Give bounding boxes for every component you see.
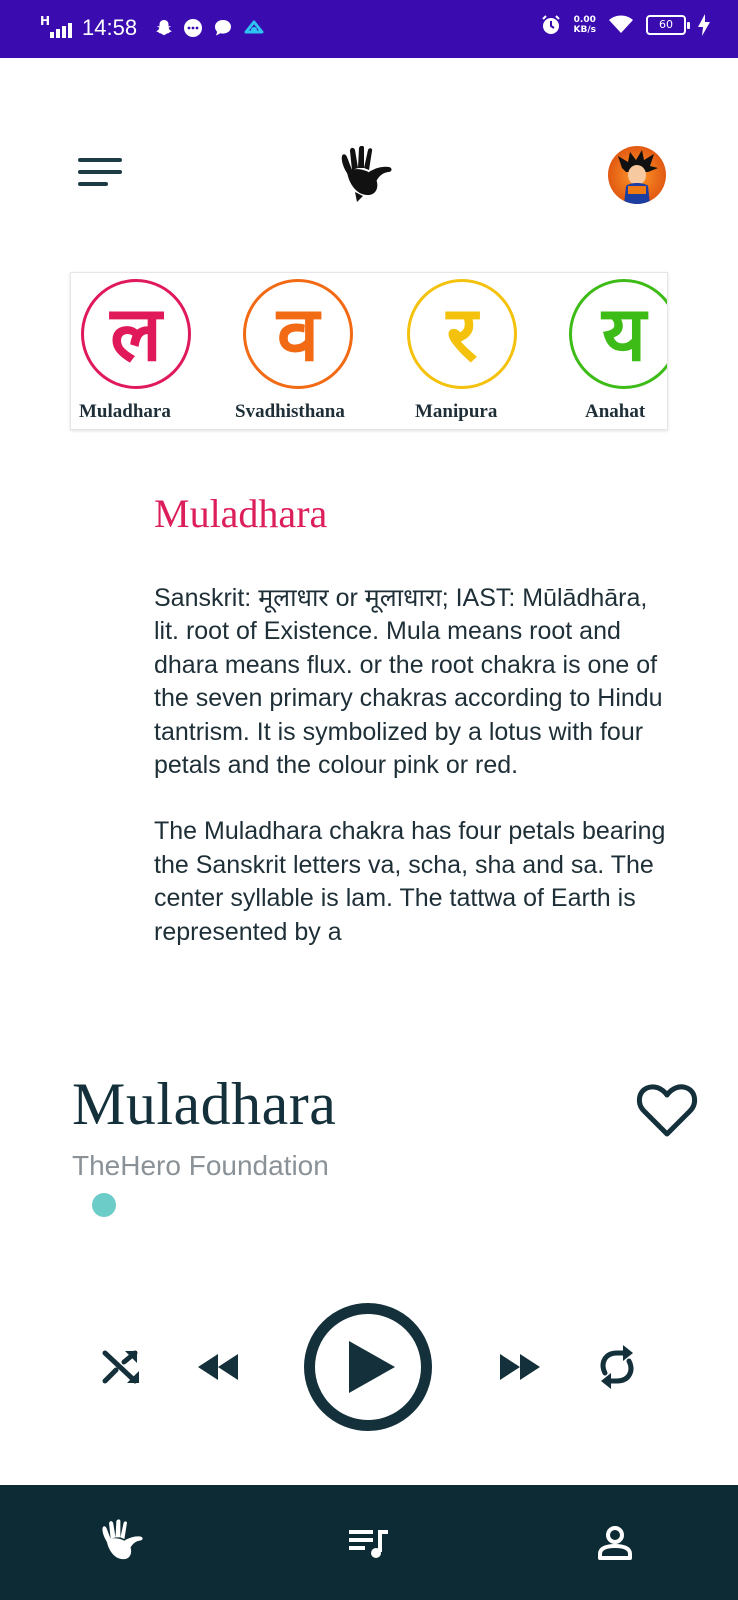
chakra-label: Muladhara	[79, 401, 171, 422]
nav-playlist-tab[interactable]	[309, 1485, 429, 1600]
chakra-title: Muladhara	[154, 491, 328, 536]
hamburger-menu-icon[interactable]	[78, 158, 122, 188]
track-artist: TheHero Foundation	[72, 1150, 329, 1181]
hand-logo-icon	[341, 146, 392, 202]
fast-forward-icon[interactable]	[498, 1350, 542, 1384]
chakra-symbol-icon: य	[569, 279, 667, 389]
chakra-carousel[interactable]: ल Muladhara व Svadhisthana र Manipura य …	[70, 272, 668, 430]
avatar-character-icon	[618, 150, 658, 204]
bottom-navigation	[0, 1485, 738, 1600]
chakra-description[interactable]: Sanskrit: मूलाधार or मूलाधारा; IAST: Mūl…	[154, 582, 674, 992]
charging-icon	[698, 14, 710, 36]
description-paragraph: The Muladhara chakra has four petals bea…	[154, 817, 666, 946]
playlist-icon	[349, 1529, 388, 1558]
battery-icon: 60	[646, 15, 690, 35]
track-title: Muladhara	[72, 1071, 337, 1137]
status-time: 14:58	[82, 15, 138, 40]
wifi-icon	[609, 15, 633, 33]
net-speed: 0.00 KB/s	[573, 15, 596, 35]
chakra-symbol-icon: ल	[81, 279, 191, 389]
chakra-item-svadhisthana[interactable]: व Svadhisthana	[235, 273, 395, 429]
chakra-item-manipura[interactable]: र Manipura	[399, 273, 559, 429]
alarm-icon	[541, 15, 560, 34]
heart-icon[interactable]	[636, 1080, 698, 1140]
app-icon	[244, 20, 264, 34]
repeat-icon[interactable]	[596, 1344, 638, 1390]
profile-icon	[598, 1525, 632, 1560]
chakra-item-anahat[interactable]: य Anahat	[561, 273, 667, 429]
chat-icon	[215, 20, 232, 36]
chakra-symbol-icon: र	[407, 279, 517, 389]
user-avatar[interactable]	[608, 146, 666, 204]
signal-icon: H	[40, 14, 74, 42]
description-paragraph: Sanskrit: मूलाधार or मूलाधारा; IAST: Mūl…	[154, 584, 663, 780]
nav-profile-tab[interactable]	[555, 1485, 675, 1600]
chakra-label: Anahat	[585, 401, 646, 422]
chakra-label: Svadhisthana	[235, 401, 345, 422]
play-button[interactable]	[304, 1303, 432, 1431]
message-icon	[184, 19, 203, 37]
hand-icon	[102, 1518, 143, 1559]
play-icon	[349, 1341, 395, 1393]
nav-hand-tab[interactable]	[62, 1485, 182, 1600]
progress-slider-thumb[interactable]	[92, 1193, 116, 1217]
shuffle-icon[interactable]	[98, 1346, 144, 1388]
status-bar: H 14:58 0.00 KB/s 60	[0, 0, 738, 58]
chakra-item-muladhara[interactable]: ल Muladhara	[73, 273, 233, 429]
snapchat-icon	[156, 20, 172, 36]
chakra-label: Manipura	[415, 401, 498, 422]
chakra-symbol-icon: व	[243, 279, 353, 389]
rewind-icon[interactable]	[196, 1350, 240, 1384]
network-type: H	[40, 14, 51, 28]
